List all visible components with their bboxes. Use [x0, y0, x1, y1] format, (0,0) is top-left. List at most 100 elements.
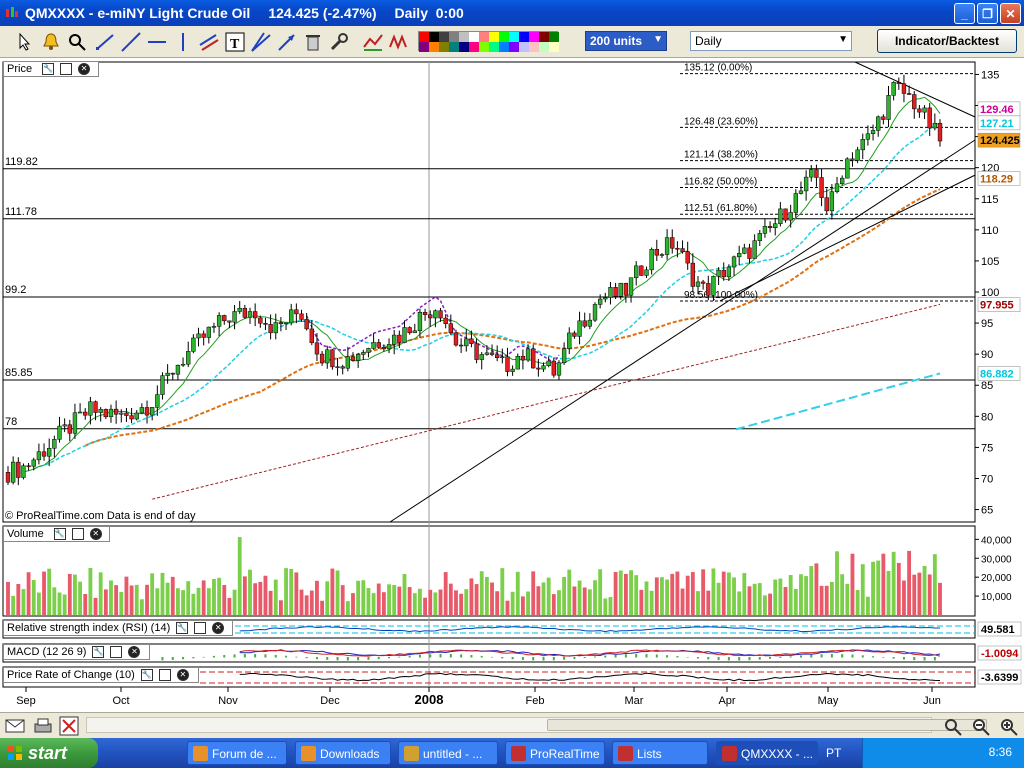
- color-swatch[interactable]: [459, 42, 469, 52]
- restore-button[interactable]: ❐: [977, 3, 998, 24]
- close-button[interactable]: ✕: [1000, 3, 1021, 24]
- email-icon[interactable]: [4, 716, 26, 736]
- text-tool-icon[interactable]: T: [224, 31, 246, 53]
- minimize-button[interactable]: _: [954, 3, 975, 24]
- candlestick: [335, 366, 340, 368]
- color-swatch[interactable]: [469, 42, 479, 52]
- color-swatch[interactable]: [479, 32, 489, 42]
- zigzag-style-icon[interactable]: [388, 31, 410, 53]
- zoom-out-icon[interactable]: [970, 716, 992, 736]
- color-swatch[interactable]: [499, 32, 509, 42]
- print-icon[interactable]: [32, 716, 54, 736]
- wrench-icon[interactable]: 🔧: [92, 646, 105, 658]
- color-swatch[interactable]: [449, 42, 459, 52]
- arrow-tool-icon[interactable]: [276, 31, 298, 53]
- volume-bar: [562, 576, 567, 615]
- color-swatch[interactable]: [449, 32, 459, 42]
- taskbar-button[interactable]: QMXXXX - ...: [716, 741, 818, 765]
- candlestick: [422, 312, 428, 315]
- pointer-icon[interactable]: [14, 31, 36, 53]
- wrench-icon[interactable]: 🔧: [140, 669, 153, 681]
- close-icon[interactable]: ✕: [212, 622, 225, 634]
- color-swatch[interactable]: [549, 32, 559, 42]
- color-swatch[interactable]: [489, 32, 499, 42]
- close-icon[interactable]: ✕: [128, 646, 141, 658]
- wrench-icon[interactable]: 🔧: [176, 622, 189, 634]
- delete-trash-icon[interactable]: [302, 31, 324, 53]
- window-icon[interactable]: [158, 669, 171, 681]
- volume-bar: [299, 589, 304, 615]
- candlestick: [639, 265, 644, 276]
- taskbar-button[interactable]: Forum de ...: [187, 741, 287, 765]
- color-swatch[interactable]: [459, 32, 469, 42]
- language-indicator[interactable]: PT: [826, 746, 841, 760]
- line-style-icon[interactable]: [362, 31, 384, 53]
- channel-tool-icon[interactable]: [198, 31, 220, 53]
- color-swatch[interactable]: [499, 42, 509, 52]
- taskbar-button[interactable]: untitled - ...: [398, 741, 498, 765]
- volume-bar: [531, 571, 536, 615]
- window-icon[interactable]: [110, 646, 123, 658]
- color-swatch[interactable]: [509, 32, 519, 42]
- color-swatch[interactable]: [519, 42, 529, 52]
- color-swatch[interactable]: [529, 42, 539, 52]
- period-select[interactable]: Daily ▼: [690, 31, 852, 51]
- tools-icon[interactable]: [328, 31, 350, 53]
- chart-scrollbar[interactable]: [86, 717, 987, 733]
- wrench-icon[interactable]: 🔧: [53, 528, 66, 540]
- zoom-select-icon[interactable]: [942, 716, 964, 736]
- close-icon[interactable]: ✕: [89, 528, 102, 540]
- volume-bar: [850, 553, 855, 615]
- windows-logo-icon: [8, 746, 22, 760]
- candlestick: [618, 282, 623, 297]
- taskbar-button[interactable]: Lists: [612, 741, 708, 765]
- wrench-icon[interactable]: 🔧: [42, 63, 55, 75]
- color-swatch[interactable]: [479, 42, 489, 52]
- color-swatch[interactable]: [419, 42, 429, 52]
- close-icon[interactable]: ✕: [78, 63, 91, 75]
- start-button[interactable]: start: [0, 738, 98, 768]
- vertical-line-icon[interactable]: [172, 31, 194, 53]
- volume-bar: [73, 574, 77, 615]
- color-swatch[interactable]: [539, 42, 549, 52]
- candlestick: [180, 363, 186, 366]
- chart-area: 1351301251201151101051009590858075706511…: [2, 61, 1022, 707]
- horizontal-line-icon[interactable]: [146, 31, 168, 53]
- units-select[interactable]: 200 units ▼: [585, 31, 667, 51]
- indicator-backtest-button[interactable]: Indicator/Backtest: [877, 29, 1017, 53]
- candlestick: [870, 130, 876, 135]
- zoom-in-icon[interactable]: [998, 716, 1020, 736]
- color-swatch[interactable]: [469, 32, 479, 42]
- color-swatch[interactable]: [509, 42, 519, 52]
- close-icon[interactable]: ✕: [176, 669, 189, 681]
- macd-histogram-bar: [501, 657, 504, 659]
- scrollbar-thumb[interactable]: [547, 719, 987, 731]
- window-icon[interactable]: [60, 63, 73, 75]
- taskbar-button[interactable]: Downloads: [295, 741, 391, 765]
- window-icon[interactable]: [71, 528, 84, 540]
- alert-bell-icon[interactable]: [40, 31, 62, 53]
- stop-icon[interactable]: [58, 716, 80, 736]
- macd-panel-header: MACD (12 26 9) 🔧 ✕: [3, 644, 150, 660]
- color-swatch[interactable]: [439, 42, 449, 52]
- candlestick: [922, 107, 927, 113]
- color-swatch[interactable]: [419, 32, 429, 42]
- zoom-icon[interactable]: [66, 31, 88, 53]
- color-swatch[interactable]: [439, 32, 449, 42]
- x-axis-label: Apr: [718, 695, 735, 707]
- color-swatch[interactable]: [539, 32, 549, 42]
- taskbar-button[interactable]: ProRealTime: [505, 741, 605, 765]
- color-swatch[interactable]: [429, 42, 439, 52]
- color-swatch[interactable]: [519, 32, 529, 42]
- candlestick: [628, 277, 634, 296]
- color-swatch[interactable]: [529, 32, 539, 42]
- segment-tool-icon[interactable]: [94, 31, 116, 53]
- color-swatch[interactable]: [489, 42, 499, 52]
- line-tool-icon[interactable]: [120, 31, 142, 53]
- volume-bar: [577, 580, 582, 615]
- color-swatch[interactable]: [429, 32, 439, 42]
- window-icon[interactable]: [194, 622, 207, 634]
- color-swatch[interactable]: [549, 42, 559, 52]
- color-palette[interactable]: [418, 31, 559, 52]
- fan-tool-icon[interactable]: [250, 31, 272, 53]
